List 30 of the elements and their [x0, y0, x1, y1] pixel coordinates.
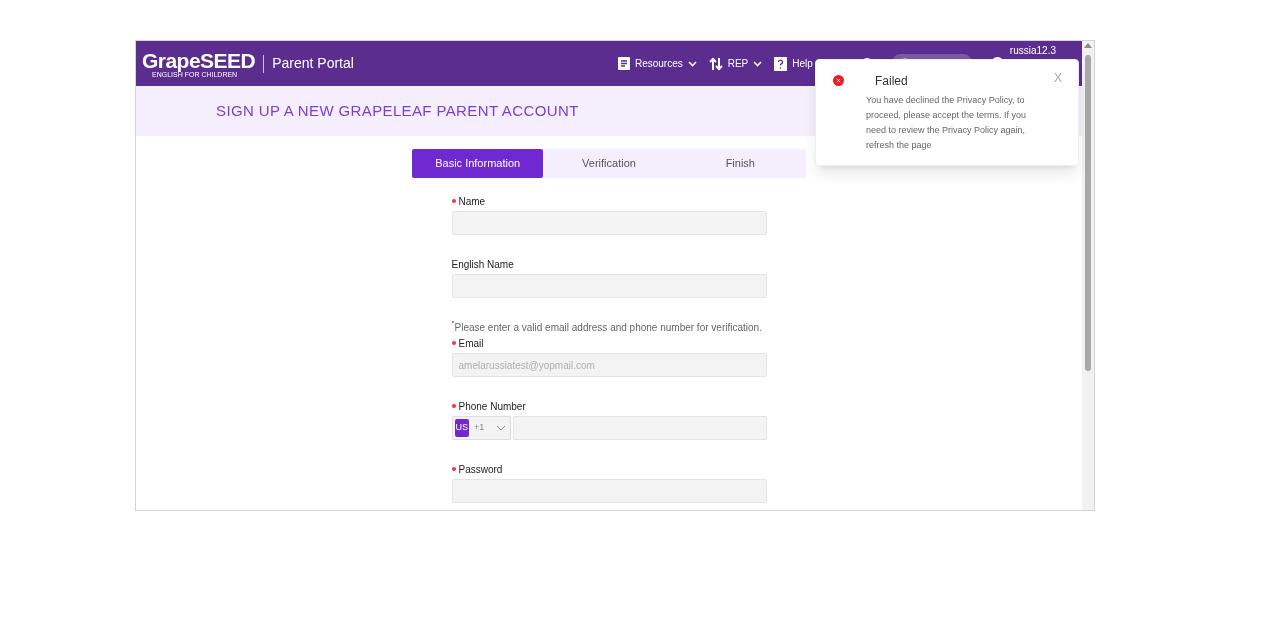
portal-title: Parent Portal — [272, 54, 354, 73]
error-icon — [833, 75, 844, 86]
document-icon — [617, 57, 630, 70]
field-label: Password — [458, 462, 503, 477]
toast-title: Failed — [875, 73, 909, 90]
swap-icon — [708, 56, 723, 71]
step-tab[interactable]: Finish — [674, 149, 806, 178]
chevron-down-icon — [753, 60, 763, 67]
field-label: English Name — [451, 257, 514, 272]
input-field[interactable] — [451, 274, 767, 298]
chevron-down-icon — [495, 425, 506, 431]
field-label: Phone Number — [458, 399, 526, 414]
nav-menu-button[interactable]: REP — [708, 56, 763, 71]
chevron-down-icon — [687, 60, 697, 67]
field-label: Email — [458, 336, 484, 351]
step-tab[interactable]: Verification — [543, 149, 675, 178]
step-tab[interactable]: Basic Information — [412, 149, 544, 178]
input-field[interactable] — [451, 479, 767, 503]
input-field[interactable] — [451, 211, 767, 235]
user-name[interactable]: russia12.3 — [1009, 45, 1056, 56]
toast-message: You have declined the Privacy Policy, to proceed, please accept the terms. If you need to review the Privacy Policy again, refresh the page — [866, 94, 1028, 152]
country-select[interactable]: US +1 — [451, 416, 511, 440]
page-title: SIGN UP A NEW GRAPELEAF PARENT ACCOUNT — [216, 100, 579, 121]
flag-badge: US — [454, 419, 469, 437]
country-code: +1 — [474, 421, 485, 435]
hint-text: Please enter a valid email address and phone number for verification. — [454, 321, 762, 335]
help-icon — [774, 56, 788, 71]
field-label: Name — [458, 194, 486, 209]
nav-menu-button[interactable]: Resources — [617, 56, 697, 71]
phone-input[interactable] — [512, 416, 767, 440]
